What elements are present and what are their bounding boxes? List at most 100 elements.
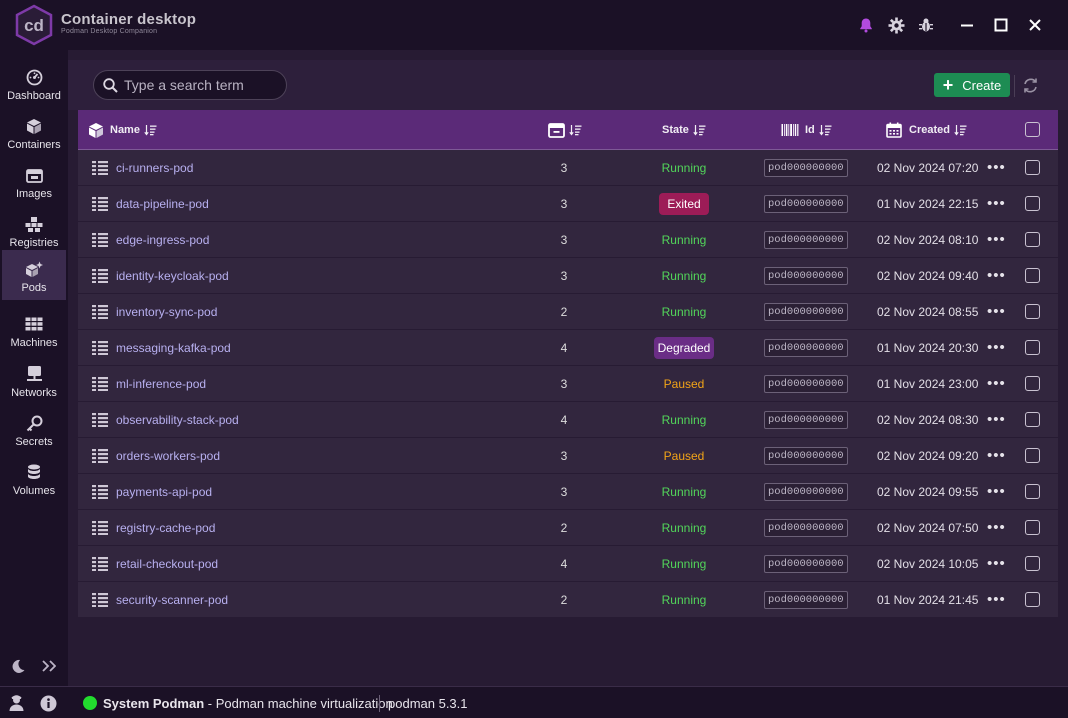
more-actions-icon[interactable]: ••• bbox=[987, 366, 1006, 401]
pod-name-link[interactable]: security-scanner-pod bbox=[116, 582, 228, 617]
sidebar-item-registries[interactable]: Registries bbox=[2, 205, 66, 255]
info-icon[interactable] bbox=[40, 687, 57, 718]
bell-icon[interactable] bbox=[856, 15, 876, 35]
pod-name-link[interactable]: ci-runners-pod bbox=[116, 150, 193, 185]
minimize-button[interactable] bbox=[956, 14, 978, 36]
toolbar-divider bbox=[1014, 75, 1015, 97]
table-row[interactable]: retail-checkout-pod 4 Running pod000000000 0… bbox=[78, 546, 1058, 581]
engine-status[interactable]: System Podman - Podman machine virtualiz… bbox=[83, 687, 393, 718]
state-cell: Running bbox=[639, 258, 729, 293]
create-button[interactable]: + Create bbox=[934, 73, 1010, 97]
network-icon bbox=[26, 363, 43, 385]
column-header-created[interactable]: Created bbox=[886, 110, 967, 150]
pod-icon bbox=[92, 402, 108, 437]
table-row[interactable]: messaging-kafka-pod 4 Degraded pod000000000… bbox=[78, 330, 1058, 365]
container-count: 4 bbox=[560, 556, 568, 571]
more-actions-icon[interactable]: ••• bbox=[987, 582, 1006, 617]
sidebar-item-label: Containers bbox=[7, 139, 61, 151]
container-count: 2 bbox=[560, 592, 568, 607]
search-input[interactable] bbox=[124, 77, 274, 93]
table-row[interactable]: edge-ingress-pod 3 Running pod000000000 02 N… bbox=[78, 222, 1058, 257]
more-actions-icon[interactable]: ••• bbox=[987, 438, 1006, 473]
pod-name-link[interactable]: orders-workers-pod bbox=[116, 438, 220, 473]
search-box[interactable] bbox=[93, 70, 287, 100]
more-actions-icon[interactable]: ••• bbox=[987, 330, 1006, 365]
more-actions-icon[interactable]: ••• bbox=[987, 546, 1006, 581]
gear-icon[interactable] bbox=[886, 15, 906, 35]
state-cell: Exited bbox=[639, 186, 729, 221]
state-cell: Running bbox=[639, 294, 729, 329]
row-checkbox[interactable] bbox=[1025, 592, 1040, 607]
more-actions-icon[interactable]: ••• bbox=[987, 510, 1006, 545]
column-header-containers[interactable] bbox=[548, 110, 582, 150]
column-header-name[interactable]: Name bbox=[88, 110, 157, 150]
pod-name-link[interactable]: edge-ingress-pod bbox=[116, 222, 209, 257]
sidebar-item-machines[interactable]: Machines bbox=[2, 305, 66, 355]
table-row[interactable]: observability-stack-pod 4 Running pod000000… bbox=[78, 402, 1058, 437]
row-checkbox[interactable] bbox=[1025, 232, 1040, 247]
refresh-icon[interactable] bbox=[1019, 74, 1041, 96]
table-row[interactable]: inventory-sync-pod 2 Running pod000000000 02… bbox=[78, 294, 1058, 329]
row-checkbox[interactable] bbox=[1025, 484, 1040, 499]
more-actions-icon[interactable]: ••• bbox=[987, 258, 1006, 293]
container-count: 3 bbox=[560, 196, 568, 211]
row-checkbox[interactable] bbox=[1025, 268, 1040, 283]
more-actions-icon[interactable]: ••• bbox=[987, 150, 1006, 185]
id-cell: pod000000000 bbox=[764, 294, 848, 329]
sidebar-item-pods[interactable]: Pods bbox=[2, 250, 66, 300]
pod-name-link[interactable]: registry-cache-pod bbox=[116, 510, 215, 545]
sidebar-item-dashboard[interactable]: Dashboard bbox=[2, 58, 66, 108]
pod-name-link[interactable]: ml-inference-pod bbox=[116, 366, 206, 401]
table-row[interactable]: ml-inference-pod 3 Paused pod000000000 01 No… bbox=[78, 366, 1058, 401]
table-row[interactable]: payments-api-pod 3 Running pod000000000 02 N… bbox=[78, 474, 1058, 509]
table-row[interactable]: orders-workers-pod 3 Paused pod000000000 02 … bbox=[78, 438, 1058, 473]
pod-name-link[interactable]: messaging-kafka-pod bbox=[116, 330, 231, 365]
row-checkbox[interactable] bbox=[1025, 196, 1040, 211]
pod-name-link[interactable]: retail-checkout-pod bbox=[116, 546, 218, 581]
column-header-state[interactable]: State bbox=[662, 110, 706, 150]
pod-name-link[interactable]: observability-stack-pod bbox=[116, 402, 239, 437]
sidebar-item-networks[interactable]: Networks bbox=[2, 355, 66, 405]
user-icon[interactable] bbox=[8, 687, 25, 718]
close-button[interactable] bbox=[1024, 14, 1046, 36]
sidebar-item-volumes[interactable]: Volumes bbox=[2, 453, 66, 503]
pod-name-link[interactable]: payments-api-pod bbox=[116, 474, 212, 509]
more-actions-icon[interactable]: ••• bbox=[987, 222, 1006, 257]
more-actions-icon[interactable]: ••• bbox=[987, 186, 1006, 221]
container-count: 3 bbox=[560, 484, 568, 499]
calendar-icon bbox=[886, 122, 902, 138]
table-row[interactable]: ci-runners-pod 3 Running pod000000000 02 Nov… bbox=[78, 150, 1058, 185]
moon-icon[interactable] bbox=[8, 656, 28, 676]
table-row[interactable]: registry-cache-pod 2 Running pod000000000 02… bbox=[78, 510, 1058, 545]
column-header-id[interactable]: Id bbox=[781, 110, 832, 150]
more-actions-icon[interactable]: ••• bbox=[987, 294, 1006, 329]
row-checkbox[interactable] bbox=[1025, 304, 1040, 319]
pod-name-link[interactable]: identity-keycloak-pod bbox=[116, 258, 229, 293]
bug-icon[interactable] bbox=[916, 15, 936, 35]
state-cell: Running bbox=[639, 150, 729, 185]
pod-icon bbox=[92, 150, 108, 185]
row-checkbox[interactable] bbox=[1025, 448, 1040, 463]
state-cell: Running bbox=[639, 402, 729, 437]
row-checkbox[interactable] bbox=[1025, 520, 1040, 535]
row-checkbox[interactable] bbox=[1025, 412, 1040, 427]
row-checkbox[interactable] bbox=[1025, 376, 1040, 391]
table-row[interactable]: security-scanner-pod 2 Running pod000000000… bbox=[78, 582, 1058, 617]
sidebar-item-images[interactable]: Images bbox=[2, 156, 66, 206]
select-all-checkbox[interactable] bbox=[1025, 122, 1040, 137]
row-checkbox[interactable] bbox=[1025, 160, 1040, 175]
table-row[interactable]: identity-keycloak-pod 3 Running pod00000000… bbox=[78, 258, 1058, 293]
more-actions-icon[interactable]: ••• bbox=[987, 402, 1006, 437]
pod-name-link[interactable]: data-pipeline-pod bbox=[116, 186, 209, 221]
maximize-button[interactable] bbox=[990, 14, 1012, 36]
row-checkbox[interactable] bbox=[1025, 556, 1040, 571]
more-actions-icon[interactable]: ••• bbox=[987, 474, 1006, 509]
sidebar-item-secrets[interactable]: Secrets bbox=[2, 404, 66, 454]
engine-name: System Podman bbox=[103, 695, 205, 711]
table-row[interactable]: data-pipeline-pod 3 Exited pod000000000 01 N… bbox=[78, 186, 1058, 221]
pod-name-link[interactable]: inventory-sync-pod bbox=[116, 294, 217, 329]
expand-sidebar-icon[interactable] bbox=[39, 656, 59, 676]
row-checkbox[interactable] bbox=[1025, 340, 1040, 355]
sidebar-item-containers[interactable]: Containers bbox=[2, 107, 66, 157]
pod-id: pod000000000 bbox=[764, 158, 848, 177]
